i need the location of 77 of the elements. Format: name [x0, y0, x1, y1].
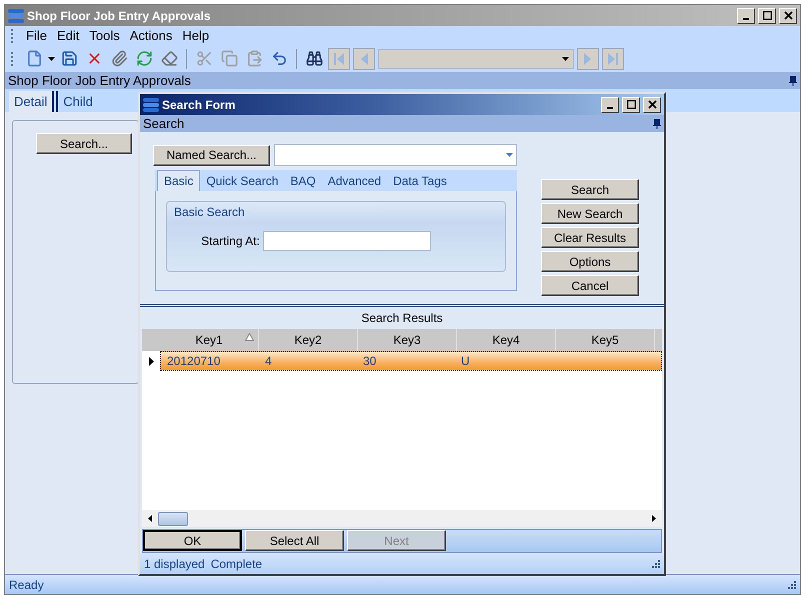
action-button[interactable]: Clear Results	[541, 227, 639, 248]
named-search-combo[interactable]	[274, 144, 517, 166]
group-title: Basic Search	[174, 205, 246, 219]
result-row[interactable]: 20120710 4 30 U	[160, 351, 662, 371]
new-document-icon	[26, 50, 42, 67]
search-button[interactable]: Search...	[36, 133, 132, 154]
left-triangle-icon	[331, 50, 347, 66]
menu-item[interactable]: File	[22, 28, 51, 43]
scroll-thumb[interactable]	[158, 512, 188, 526]
app-logo-icon	[8, 8, 24, 22]
footer-button[interactable]: OK	[143, 530, 242, 551]
section-title: Search	[143, 116, 186, 131]
table-cell-text: U	[460, 353, 471, 370]
table-cell-text: 30	[362, 353, 378, 370]
maximize-button[interactable]	[758, 8, 776, 24]
dropdown-caret-icon	[562, 56, 569, 60]
maximize-button[interactable]	[622, 96, 640, 112]
cut-icon	[196, 50, 212, 67]
dialog-title: Search Form	[162, 98, 236, 112]
sort-arrow-icon	[245, 333, 254, 341]
close-icon	[648, 100, 656, 109]
pin-icon[interactable]	[789, 76, 797, 86]
tab[interactable]: Data Tags	[387, 171, 453, 191]
right-triangle-icon	[605, 50, 621, 66]
resize-grip-icon	[788, 580, 796, 588]
status-text: 1 displayed	[144, 556, 205, 570]
tab[interactable]: Quick Search	[200, 171, 284, 191]
undo-icon	[270, 50, 288, 67]
pin-icon[interactable]	[653, 118, 661, 128]
table-cell-text: 4	[264, 353, 273, 370]
paste-icon	[246, 50, 262, 67]
eraser-icon	[160, 50, 178, 67]
dropdown-caret-icon	[506, 153, 513, 157]
minimize-button[interactable]	[601, 96, 619, 112]
starting-at-field[interactable]	[262, 231, 431, 251]
action-button[interactable]: New Search	[541, 203, 639, 224]
resize-grip-icon	[652, 560, 660, 568]
minimize-icon	[607, 107, 613, 109]
paperclip-icon	[110, 50, 128, 67]
close-button[interactable]	[643, 96, 661, 112]
tab[interactable]: Basic	[157, 170, 200, 191]
maximize-icon	[626, 100, 636, 109]
current-row-icon	[148, 356, 154, 366]
refresh-icon	[136, 50, 152, 67]
menu-item[interactable]: Help	[178, 28, 214, 43]
horizontal-scrollbar[interactable]	[142, 510, 662, 527]
close-button[interactable]	[779, 8, 797, 24]
table-cell-text: 20120710	[166, 353, 222, 370]
scroll-right-icon	[652, 515, 656, 522]
menu-item[interactable]: Actions	[126, 28, 176, 43]
menu-item[interactable]: Edit	[52, 28, 84, 43]
minimize-button[interactable]	[737, 8, 755, 24]
status-text: Ready	[9, 578, 44, 592]
tab[interactable]: BAQ	[284, 171, 322, 191]
field-label: Starting At:	[201, 234, 260, 248]
copy-icon	[220, 50, 238, 67]
new-menu-caret-icon	[48, 56, 55, 60]
action-button[interactable]: Cancel	[541, 275, 639, 296]
results-title: Search Results	[361, 311, 443, 325]
maximize-icon	[762, 11, 772, 20]
scroll-left-icon	[148, 515, 152, 522]
minimize-icon	[743, 18, 749, 20]
status-text: Complete	[210, 556, 262, 570]
action-button[interactable]: Options	[541, 251, 639, 272]
footer-button[interactable]: Select All	[245, 530, 344, 551]
action-button[interactable]: Search	[541, 179, 639, 200]
tab[interactable]: Child	[56, 91, 98, 112]
window-title: Shop Floor Job Entry Approvals	[27, 8, 212, 22]
save-icon	[60, 50, 78, 67]
tab[interactable]: Detail	[9, 91, 54, 112]
binoculars-icon	[306, 50, 322, 67]
named-search-button[interactable]: Named Search...	[153, 144, 270, 166]
panel-title: Shop Floor Job Entry Approvals	[8, 73, 192, 88]
tab[interactable]: Advanced	[322, 171, 388, 191]
menu-item[interactable]: Tools	[85, 28, 124, 43]
app-logo-icon	[143, 98, 159, 112]
close-icon	[784, 11, 792, 20]
